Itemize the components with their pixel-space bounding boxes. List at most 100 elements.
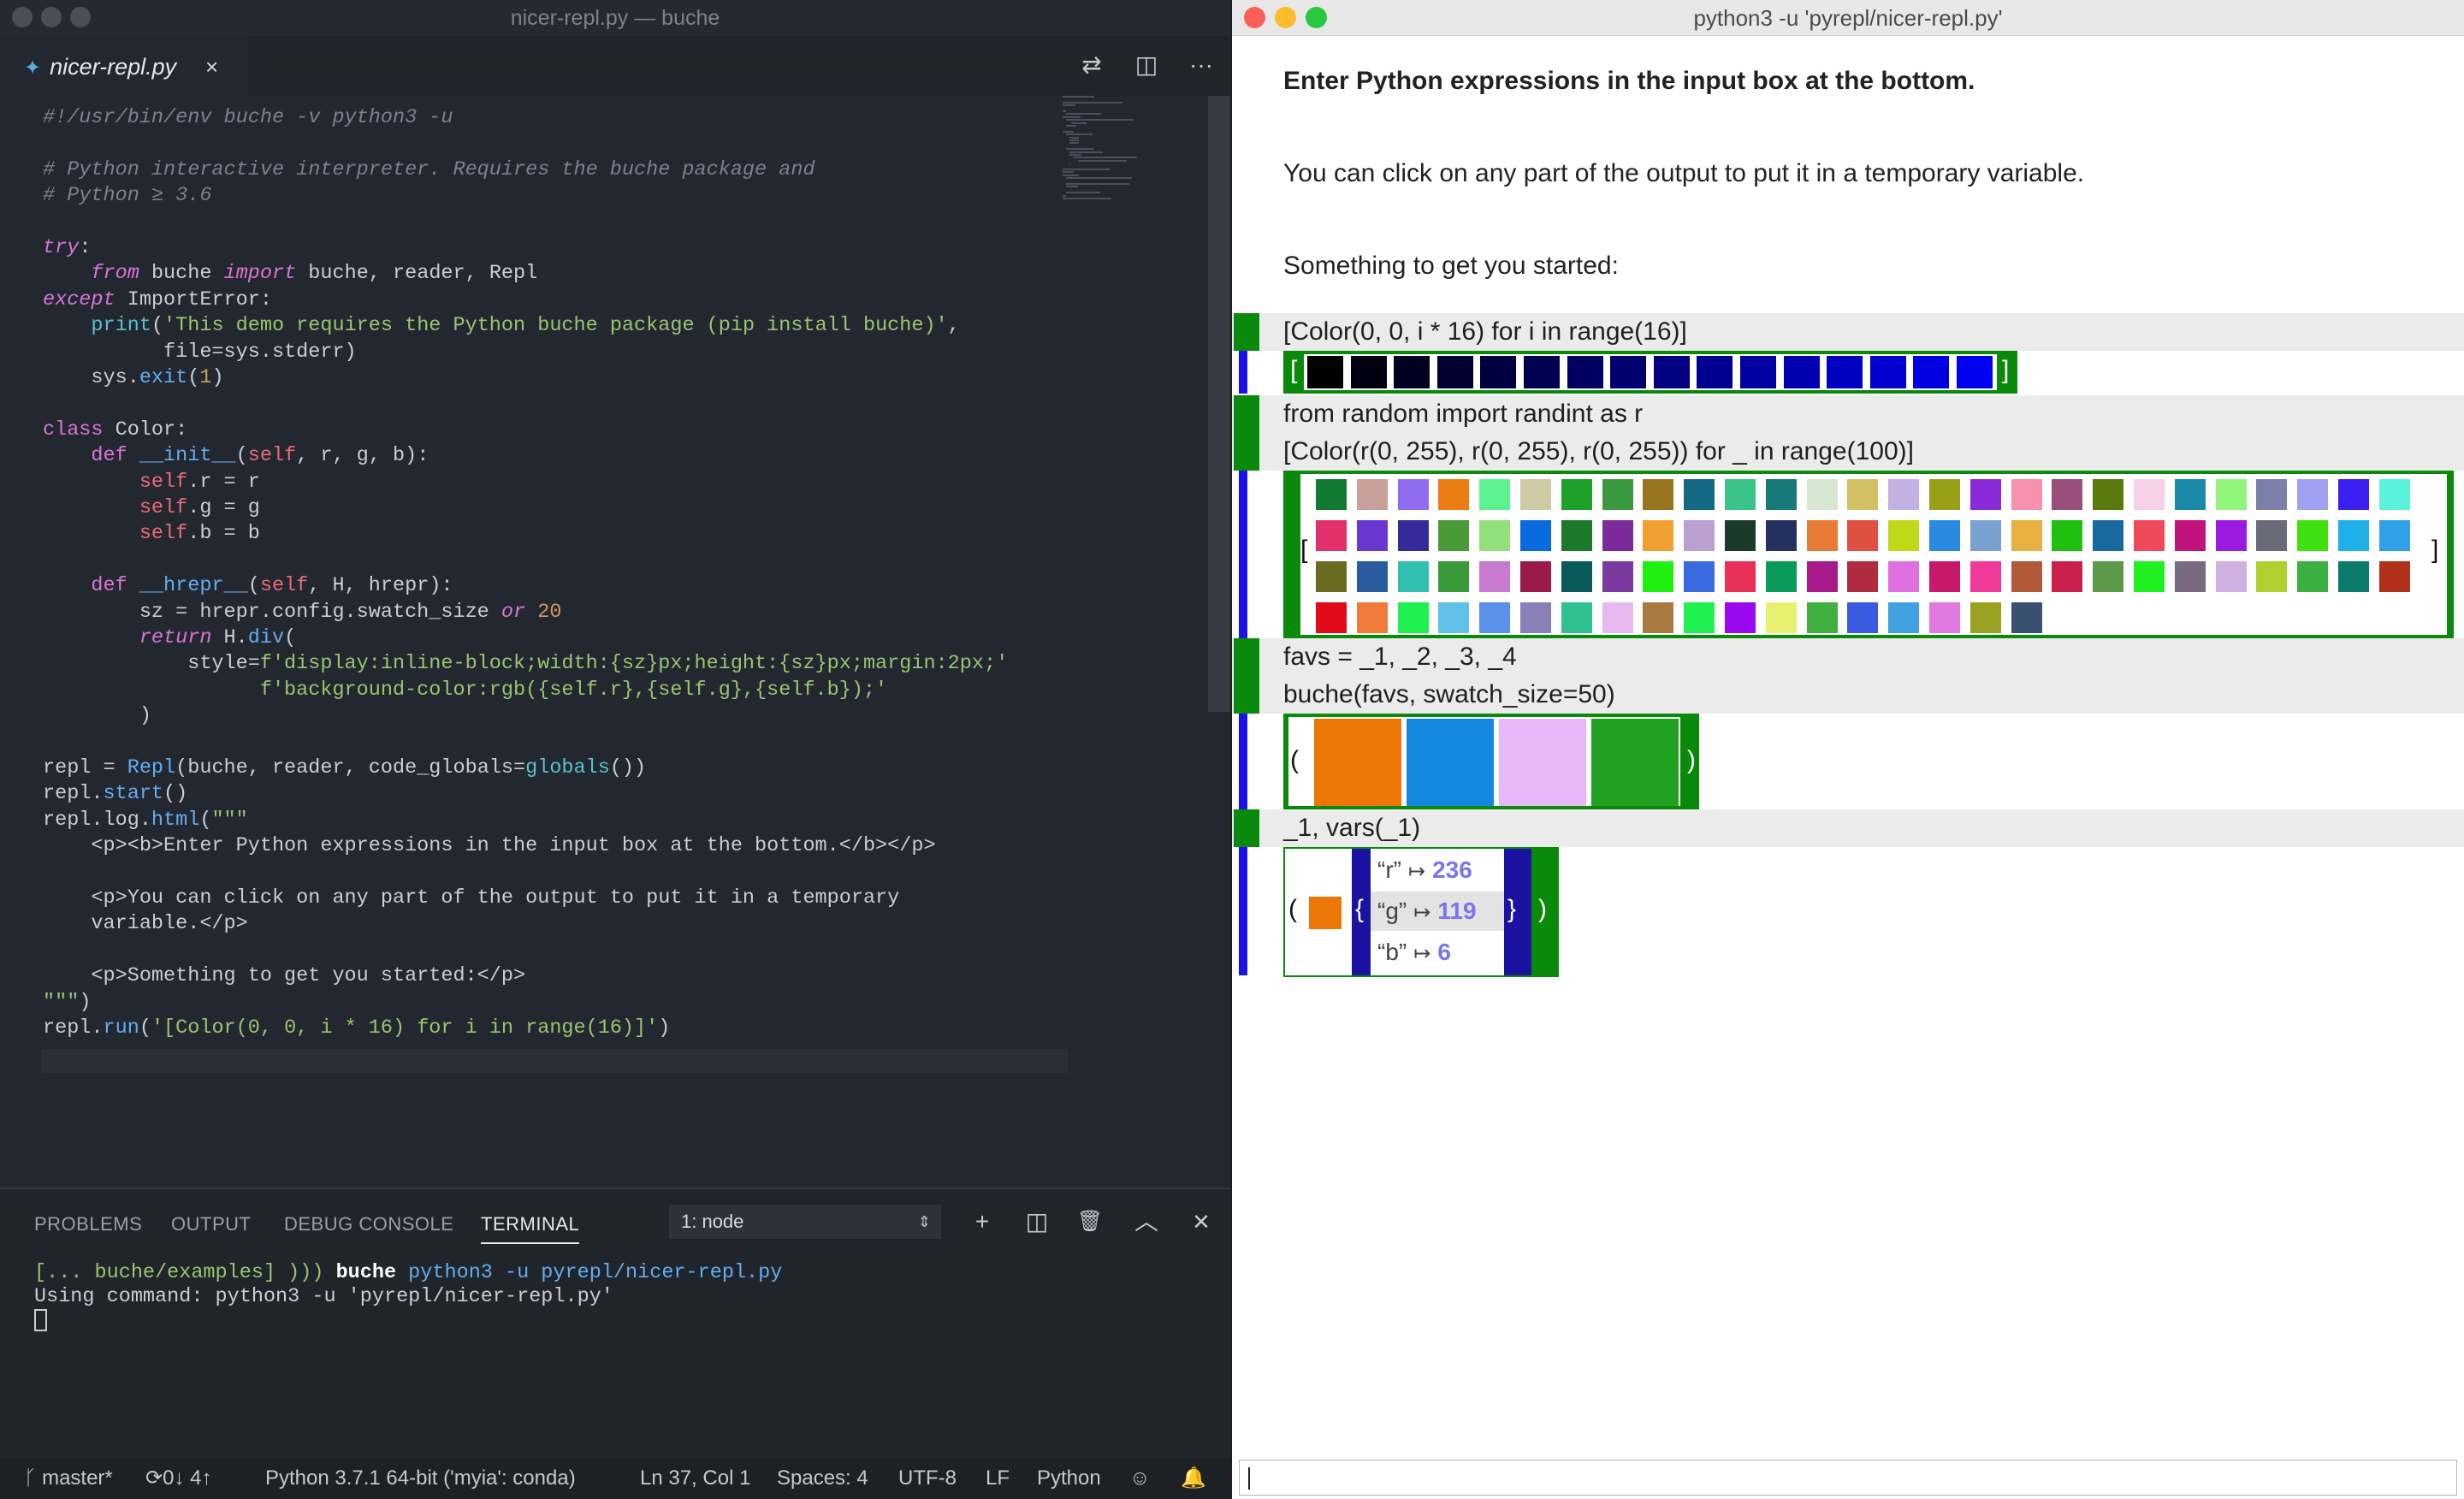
- color-swatch[interactable]: [2378, 561, 2410, 592]
- color-swatch[interactable]: [1309, 897, 1342, 929]
- color-swatch[interactable]: [1350, 356, 1387, 388]
- color-swatch[interactable]: [1684, 479, 1715, 510]
- color-swatch[interactable]: [1316, 561, 1347, 592]
- color-swatch[interactable]: [1806, 602, 1838, 633]
- color-swatch[interactable]: [2338, 561, 2369, 592]
- color-swatch[interactable]: [1520, 561, 1551, 592]
- cursor-position[interactable]: Ln 37, Col 1: [640, 1458, 750, 1499]
- color-swatch[interactable]: [2052, 520, 2083, 551]
- color-swatch[interactable]: [2011, 561, 2042, 592]
- color-swatch[interactable]: [1929, 520, 1960, 551]
- color-swatch[interactable]: [1827, 356, 1863, 388]
- color-swatch[interactable]: [1438, 602, 1470, 633]
- color-swatch[interactable]: [1643, 602, 1674, 633]
- repl-input-row[interactable]: [Color(0, 0, i * 16) for i in range(16)]: [1232, 313, 2464, 351]
- color-swatch[interactable]: [1602, 561, 1633, 592]
- color-swatch[interactable]: [1684, 561, 1715, 592]
- color-swatch[interactable]: [2378, 479, 2410, 510]
- color-swatch[interactable]: [1356, 602, 1388, 633]
- color-swatch[interactable]: [1479, 561, 1511, 592]
- color-swatch[interactable]: [2052, 479, 2083, 510]
- color-swatch[interactable]: [1653, 356, 1690, 388]
- notifications-bell-icon[interactable]: 🔔: [1181, 1458, 1206, 1499]
- color-swatch[interactable]: [1929, 602, 1960, 633]
- color-swatch[interactable]: [2297, 479, 2329, 510]
- palette-output[interactable]: [ ]: [1283, 471, 2454, 638]
- color-swatch[interactable]: [1314, 719, 1401, 806]
- tab-terminal[interactable]: TERMINAL: [481, 1213, 580, 1244]
- tab-problems[interactable]: PROBLEMS: [34, 1213, 142, 1235]
- color-swatch[interactable]: [1847, 520, 1879, 551]
- color-swatch[interactable]: [2256, 479, 2288, 510]
- color-swatch[interactable]: [1316, 479, 1347, 510]
- color-swatch[interactable]: [1806, 479, 1838, 510]
- color-swatch[interactable]: [2093, 520, 2124, 551]
- terminal-select[interactable]: 1: node ⇕: [669, 1205, 941, 1239]
- color-swatch[interactable]: [1725, 602, 1756, 633]
- color-swatch[interactable]: [2297, 561, 2329, 592]
- color-swatch[interactable]: [2215, 520, 2247, 551]
- color-swatch[interactable]: [1356, 561, 1388, 592]
- color-swatch[interactable]: [1520, 602, 1551, 633]
- color-swatch[interactable]: [1765, 520, 1797, 551]
- indentation-status[interactable]: Spaces: 4: [777, 1458, 868, 1499]
- color-swatch[interactable]: [1765, 479, 1797, 510]
- color-swatch[interactable]: [1524, 356, 1560, 388]
- color-swatch[interactable]: [1397, 561, 1429, 592]
- color-swatch[interactable]: [1888, 602, 1920, 633]
- tab-output[interactable]: OUTPUT: [171, 1213, 251, 1235]
- color-swatch[interactable]: [1602, 602, 1633, 633]
- open-changes-icon[interactable]: ⇄: [1076, 50, 1107, 80]
- color-swatch[interactable]: [1602, 479, 1633, 510]
- split-editor-icon[interactable]: ◫: [1131, 50, 1162, 80]
- color-swatch[interactable]: [1316, 602, 1347, 633]
- color-swatch[interactable]: [1316, 520, 1347, 551]
- color-swatch[interactable]: [2134, 520, 2165, 551]
- color-swatch[interactable]: [1725, 479, 1756, 510]
- color-swatch[interactable]: [1520, 479, 1551, 510]
- zoom-window-button[interactable]: [70, 7, 91, 27]
- color-swatch[interactable]: [1356, 520, 1388, 551]
- color-swatch[interactable]: [1725, 561, 1756, 592]
- close-panel-icon[interactable]: ✕: [1186, 1206, 1217, 1237]
- tab-close-icon[interactable]: ×: [205, 36, 218, 98]
- color-swatch[interactable]: [1806, 561, 1838, 592]
- color-swatch[interactable]: [1684, 520, 1715, 551]
- color-swatch[interactable]: [1438, 479, 1470, 510]
- feedback-smiley-icon[interactable]: ☺: [1129, 1458, 1151, 1499]
- color-swatch[interactable]: [1602, 520, 1633, 551]
- color-swatch[interactable]: [1407, 719, 1494, 806]
- color-swatch[interactable]: [1397, 479, 1429, 510]
- color-swatch[interactable]: [2174, 561, 2206, 592]
- color-swatch[interactable]: [1740, 356, 1776, 388]
- code-editor[interactable]: #!/usr/bin/env buche -v python3 -u # Pyth…: [0, 94, 1069, 1189]
- color-swatch[interactable]: [1957, 356, 1993, 388]
- color-swatch[interactable]: [1806, 520, 1838, 551]
- color-swatch[interactable]: [1397, 520, 1429, 551]
- blues-output[interactable]: [ ]: [1283, 351, 2017, 394]
- repl-input-row[interactable]: favs = _1, _2, _3, _4 buche(favs, swatch…: [1232, 638, 2464, 714]
- color-swatch[interactable]: [1847, 602, 1879, 633]
- color-swatch[interactable]: [1480, 356, 1517, 388]
- dict-entry[interactable]: “g” ↦ 119: [1371, 892, 1504, 931]
- color-swatch[interactable]: [2297, 520, 2329, 551]
- color-swatch[interactable]: [1479, 602, 1511, 633]
- more-actions-icon[interactable]: ···: [1186, 50, 1217, 80]
- dict-entry[interactable]: “r” ↦ 236: [1371, 850, 1504, 890]
- color-swatch[interactable]: [2052, 561, 2083, 592]
- color-swatch[interactable]: [1765, 561, 1797, 592]
- color-swatch[interactable]: [1479, 479, 1511, 510]
- color-swatch[interactable]: [2256, 520, 2288, 551]
- color-swatch[interactable]: [1438, 520, 1470, 551]
- color-swatch[interactable]: [2378, 520, 2410, 551]
- color-swatch[interactable]: [1643, 520, 1674, 551]
- sync-status[interactable]: ⟳0↓ 4↑: [145, 1458, 211, 1499]
- color-swatch[interactable]: [1561, 561, 1592, 592]
- tab-nicer-repl[interactable]: ✦ nicer-repl.py ×: [0, 36, 248, 96]
- favs-output[interactable]: ( ): [1283, 714, 1699, 809]
- tab-debug-console[interactable]: DEBUG CONSOLE: [284, 1213, 453, 1235]
- repl-input-box[interactable]: [1239, 1460, 2457, 1496]
- new-terminal-icon[interactable]: +: [967, 1206, 998, 1237]
- color-swatch[interactable]: [1394, 356, 1430, 388]
- dict-entry[interactable]: “b” ↦ 6: [1371, 933, 1504, 972]
